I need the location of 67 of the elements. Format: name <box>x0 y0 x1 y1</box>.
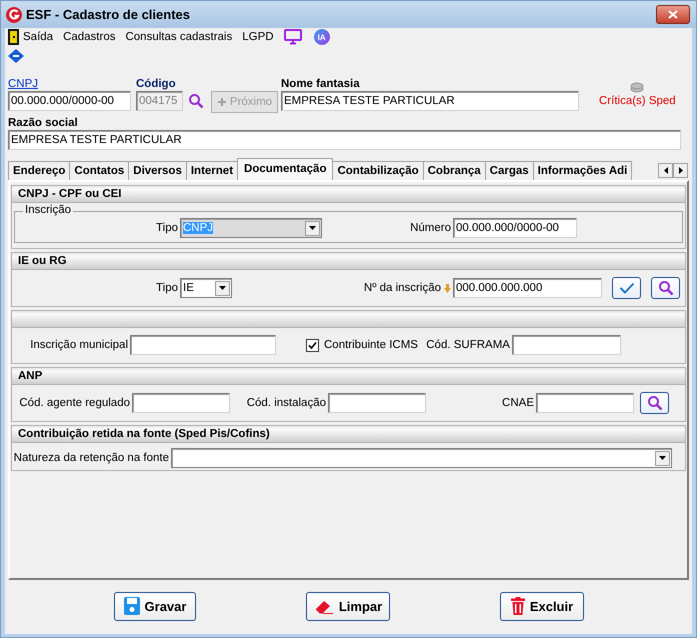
search-button[interactable] <box>640 392 669 414</box>
save-button[interactable]: Gravar <box>114 592 196 620</box>
close-icon <box>668 10 678 19</box>
text-field[interactable]: 00.000.000/0000-00 <box>453 218 577 238</box>
section-title: IE ou RG <box>18 255 67 267</box>
plus-icon <box>216 97 227 107</box>
group-title: Inscrição <box>23 204 74 217</box>
text-field[interactable] <box>512 335 621 355</box>
menu-item[interactable]: Cadastros <box>63 31 116 43</box>
text-field[interactable]: 000.000.000.000 <box>453 278 602 298</box>
checkbox-label: Contribuinte ICMS <box>324 339 418 351</box>
field-label: Natureza da retenção na fonte <box>14 452 169 464</box>
text-field[interactable] <box>328 393 426 413</box>
menu-item[interactable]: Consultas cadastrais <box>125 31 232 43</box>
menu-item[interactable]: LGPD <box>242 31 274 43</box>
floppy-icon <box>124 597 140 615</box>
field-label: Nome fantasia <box>281 77 361 91</box>
field-label: Inscrição municipal <box>30 339 128 351</box>
search-icon <box>658 280 674 296</box>
text-field[interactable] <box>536 393 634 413</box>
search-icon <box>188 93 204 109</box>
tab[interactable]: Informações Adi <box>532 161 632 180</box>
confirm-button[interactable] <box>612 277 641 299</box>
section-title: CNPJ - CPF ou CEI <box>18 188 122 200</box>
menu-item[interactable]: Saída <box>8 29 54 45</box>
ai-button[interactable]: IA <box>314 29 330 45</box>
delete-button[interactable]: Excluir <box>500 592 584 620</box>
dropdown[interactable]: IE <box>180 278 232 298</box>
check-icon <box>618 281 634 295</box>
field-label: CNAE <box>502 397 534 409</box>
clear-button[interactable]: Limpar <box>306 592 390 620</box>
door-icon <box>8 29 19 45</box>
text-field[interactable]: EMPRESA TESTE PARTICULAR <box>281 91 579 111</box>
checkbox[interactable] <box>306 338 319 352</box>
cnpj-link[interactable]: CNPJ <box>8 78 38 90</box>
field-label: Cód. SUFRAMA <box>426 339 510 351</box>
scroll-right-button[interactable] <box>673 162 688 178</box>
tab[interactable]: Documentação <box>237 158 334 180</box>
field-label: Cód. agente regulado <box>19 397 130 409</box>
dropdown[interactable] <box>171 448 672 468</box>
trash-icon <box>510 597 525 615</box>
monitor-icon[interactable] <box>284 29 302 45</box>
field-label: Tipo <box>156 282 178 294</box>
right-arrow-icon <box>678 166 682 174</box>
field-label: Razão social <box>8 116 79 130</box>
section-title: Contribuição retida na fonte (Sped Pis/Cofins) <box>18 428 270 440</box>
field-label: Nº da inscrição <box>364 282 441 294</box>
search-button[interactable] <box>651 277 680 299</box>
text-field[interactable]: EMPRESA TESTE PARTICULAR <box>8 130 681 150</box>
coin-stack-icon[interactable] <box>630 81 644 93</box>
app-logo-icon <box>6 6 22 22</box>
section-title: ANP <box>18 370 42 382</box>
tab[interactable]: Endereço <box>8 161 70 180</box>
search-icon <box>646 395 662 411</box>
sped-warning-link[interactable]: Crítica(s) Sped <box>599 95 676 107</box>
scroll-left-button[interactable] <box>658 162 673 178</box>
window-title: ESF - Cadastro de clientes <box>26 7 191 22</box>
left-arrow-icon <box>664 166 668 174</box>
text-field[interactable]: 00.000.000/0000-00 <box>8 91 131 111</box>
close-button[interactable] <box>656 5 690 24</box>
eraser-icon <box>314 598 334 614</box>
text-field[interactable] <box>132 393 230 413</box>
field-label: Código <box>136 77 177 91</box>
field-label: Cód. instalação <box>246 397 326 409</box>
text-field[interactable] <box>130 335 276 355</box>
field-label: Tipo <box>156 222 178 234</box>
field-label: Número <box>410 222 451 234</box>
